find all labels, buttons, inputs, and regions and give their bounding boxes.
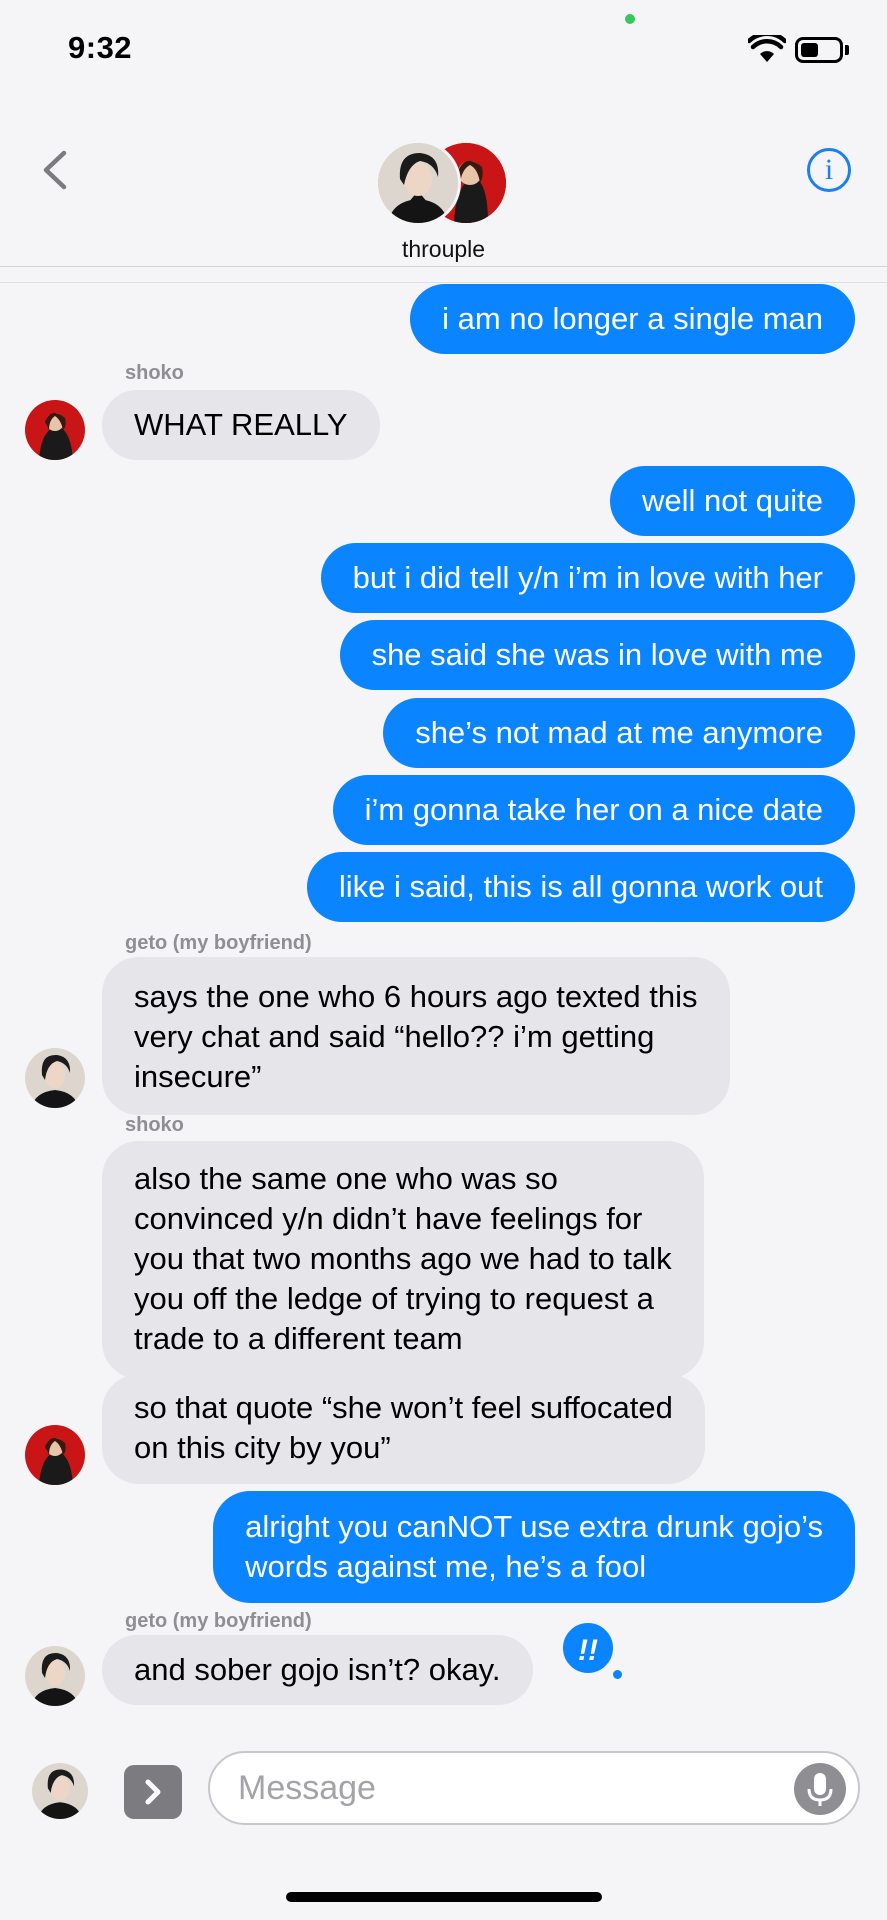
message-bubble-outgoing[interactable]: like i said, this is all gonna work out xyxy=(306,852,855,922)
composer-avatar[interactable] xyxy=(32,1763,88,1819)
message-bubble-incoming[interactable]: so that quote “she won’t feel suffocated… xyxy=(102,1374,705,1484)
wifi-icon xyxy=(748,35,786,62)
message-bubble-outgoing[interactable]: she’s not mad at me anymore xyxy=(383,698,855,768)
message-bubble-outgoing[interactable]: i’m gonna take her on a nice date xyxy=(332,775,855,845)
header-divider xyxy=(0,266,887,267)
group-name[interactable]: throuple xyxy=(0,236,887,263)
message-input[interactable]: Message xyxy=(208,1751,860,1825)
back-chevron-icon[interactable] xyxy=(40,150,68,190)
tapback-tail xyxy=(613,1670,622,1679)
camera-in-use-indicator xyxy=(625,14,635,24)
message-bubble-outgoing[interactable]: she said she was in love with me xyxy=(339,620,855,690)
sender-label: shoko xyxy=(125,1114,184,1136)
battery-cap xyxy=(845,45,849,55)
chevron-right-icon xyxy=(145,1779,161,1805)
avatar-shoko xyxy=(25,1425,85,1485)
message-bubble-incoming[interactable]: also the same one who was so convinced y… xyxy=(102,1141,704,1379)
avatar-geto xyxy=(25,1048,85,1108)
battery-icon xyxy=(795,37,843,63)
message-bubble-outgoing[interactable]: well not quite xyxy=(610,466,855,536)
status-time: 9:32 xyxy=(68,30,133,65)
microphone-button[interactable] xyxy=(794,1763,846,1815)
message-bubble-incoming[interactable]: and sober gojo isn’t? okay. xyxy=(102,1635,533,1705)
message-bubble-outgoing[interactable]: i am no longer a single man xyxy=(410,284,855,354)
message-bubble-outgoing[interactable]: alright you canNOT use extra drunk gojo’… xyxy=(213,1491,855,1603)
avatar-geto xyxy=(25,1646,85,1706)
header-divider-shadow xyxy=(0,282,887,283)
sender-label: shoko xyxy=(125,362,184,384)
home-indicator[interactable] xyxy=(286,1892,602,1902)
microphone-icon xyxy=(807,1773,833,1806)
message-placeholder: Message xyxy=(238,1769,376,1807)
avatar-geto xyxy=(375,140,461,226)
apps-expand-button[interactable] xyxy=(124,1765,182,1819)
message-bubble-incoming[interactable]: WHAT REALLY xyxy=(102,390,380,460)
info-icon[interactable]: i xyxy=(807,148,851,192)
avatar-shoko xyxy=(25,400,85,460)
message-bubble-incoming[interactable]: says the one who 6 hours ago texted this… xyxy=(102,957,730,1115)
group-avatars[interactable] xyxy=(375,140,515,226)
message-bubble-outgoing[interactable]: but i did tell y/n i’m in love with her xyxy=(320,543,855,613)
sender-label: geto (my boyfriend) xyxy=(125,932,312,954)
tapback-emphasis-icon[interactable]: !! xyxy=(560,1620,616,1676)
sender-label: geto (my boyfriend) xyxy=(125,1610,312,1632)
